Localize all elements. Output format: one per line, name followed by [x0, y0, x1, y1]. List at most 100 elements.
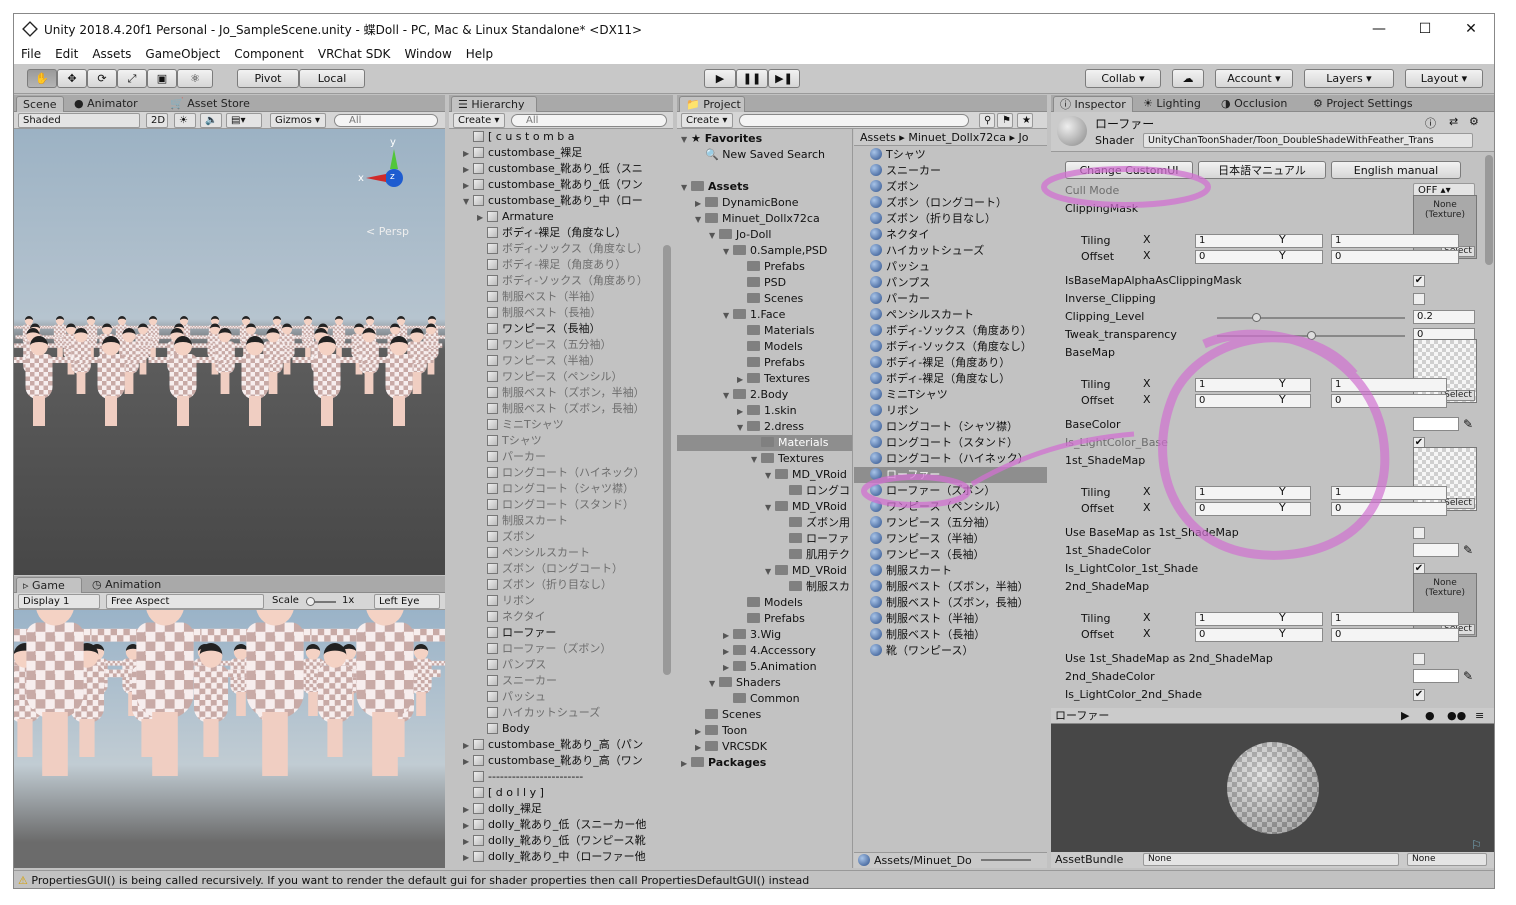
foldout-arrow-icon[interactable]: ▼ [765, 468, 775, 484]
offset-x-field[interactable]: 0 [1195, 250, 1323, 264]
saved-search-item[interactable]: 🔍 New Saved Search [705, 147, 825, 163]
move-tool-icon[interactable]: ✥ [57, 69, 87, 88]
material-asset-item[interactable]: ハイカットシューズ [854, 243, 1047, 259]
menu-assets[interactable]: Assets [85, 47, 138, 61]
tab-inspector[interactable]: ⓘ Inspector [1053, 96, 1133, 112]
foldout-arrow-icon[interactable]: ▶ [477, 210, 487, 226]
clipping-level-field[interactable]: 0.2 [1413, 310, 1475, 324]
project-folder-item[interactable]: ▶ 3.Wig [677, 627, 852, 643]
project-folder-item[interactable]: Prefabs [677, 259, 852, 275]
offset-x-field[interactable]: 0 [1195, 394, 1311, 408]
preview-light-icon[interactable]: ●● [1447, 708, 1466, 724]
preview-menu-icon[interactable]: ≡ [1475, 708, 1484, 724]
step-icon[interactable]: ▶❚ [768, 69, 800, 88]
layout-dropdown[interactable]: Layout ▾ [1405, 69, 1483, 88]
foldout-arrow-icon[interactable]: ▶ [463, 738, 473, 754]
transform-tool-icon[interactable]: ⚛ [177, 69, 213, 88]
tiling-y-field[interactable]: 1 [1331, 486, 1447, 500]
rect-tool-icon[interactable]: ▣ [147, 69, 177, 88]
tab-project-settings[interactable]: ⚙ Project Settings [1307, 96, 1419, 112]
offset-y-field[interactable]: 0 [1331, 502, 1447, 516]
material-asset-item[interactable]: パーカー [854, 291, 1047, 307]
material-asset-item[interactable]: ズボン [854, 179, 1047, 195]
hierarchy-item[interactable]: パッシュ [477, 689, 546, 705]
breadcrumb-minuet[interactable]: Minuet_Dollx72ca [908, 131, 1006, 144]
tag-icon[interactable]: ⚐ [1471, 838, 1482, 852]
doll-model[interactable] [14, 610, 129, 776]
foldout-arrow-icon[interactable]: ▼ [737, 420, 747, 436]
material-asset-item[interactable]: ワンピース（長袖） [854, 547, 1047, 563]
assetbundle-variant-dropdown[interactable]: None [1407, 853, 1487, 866]
foldout-arrow-icon[interactable]: ▼ [765, 564, 775, 580]
hierarchy-item[interactable]: ▶ custombase_靴あり_低（スニ [463, 161, 643, 177]
scene-gizmo[interactable]: y x z [358, 137, 424, 209]
english-manual-button[interactable]: English manual [1331, 161, 1461, 179]
foldout-arrow-icon[interactable]: ▶ [463, 850, 473, 866]
doll-model[interactable] [76, 336, 146, 426]
scale-slider-knob[interactable] [306, 597, 315, 606]
hierarchy-item[interactable]: パンプス [477, 657, 546, 673]
project-folder-item[interactable]: Models [677, 595, 852, 611]
material-asset-item[interactable]: ワンピース（五分袖） [854, 515, 1047, 531]
hierarchy-item[interactable]: ズボン（ロングコート） [477, 561, 623, 577]
offset-x-field[interactable]: 0 [1195, 502, 1311, 516]
material-asset-item[interactable]: 制服ベスト（ズボン，半袖） [854, 579, 1047, 595]
project-folder-item[interactable]: ロングコ [677, 483, 852, 499]
material-asset-item[interactable]: ズボン（ロングコート） [854, 195, 1047, 211]
project-folder-item[interactable]: Materials [677, 435, 852, 451]
toggle-2d-button[interactable]: 2D [146, 113, 168, 128]
foldout-arrow-icon[interactable]: ▼ [723, 308, 733, 324]
menu-gameobject[interactable]: GameObject [138, 47, 227, 61]
play-icon[interactable]: ▶ [704, 69, 736, 88]
layers-dropdown[interactable]: Layers ▾ [1304, 69, 1394, 88]
favorites-header[interactable]: ▼ ★ Favorites [681, 131, 762, 147]
hierarchy-item[interactable]: ▶ Armature [477, 209, 554, 225]
doll-model[interactable] [292, 336, 362, 426]
offset-y-field[interactable]: 0 [1331, 628, 1459, 642]
shadecolor2-swatch[interactable] [1413, 669, 1459, 683]
material-asset-item[interactable]: パッシュ [854, 259, 1047, 275]
scene-search-input[interactable]: All [334, 114, 438, 127]
foldout-arrow-icon[interactable]: ▶ [463, 178, 473, 194]
project-folder-item[interactable]: ▼ 2.dress [677, 419, 852, 436]
pause-icon[interactable]: ❚❚ [736, 69, 768, 88]
japanese-manual-button[interactable]: 日本語マニュアル [1198, 161, 1326, 179]
eye-dropdown[interactable]: Left Eye [374, 594, 440, 609]
foldout-arrow-icon[interactable]: ▶ [723, 660, 733, 676]
project-folder-item[interactable]: Prefabs [677, 355, 852, 371]
hierarchy-item[interactable]: 制服ベスト（長袖） [477, 305, 601, 321]
project-folder-item[interactable]: ▶ Textures [677, 371, 852, 387]
doll-model[interactable] [91, 610, 239, 776]
clipping-level-knob[interactable] [1252, 313, 1261, 322]
hierarchy-item[interactable]: ワンピース（五分袖） [477, 337, 611, 353]
material-asset-item[interactable]: パンプス [854, 275, 1047, 291]
material-asset-item[interactable]: ミニTシャツ [854, 387, 1047, 403]
cloud-icon[interactable]: ☁ [1172, 69, 1204, 88]
material-asset-item[interactable]: ワンピース（ペンシル） [854, 499, 1047, 515]
is-light-2nd-checkbox[interactable]: ✔ [1413, 689, 1425, 701]
project-folder-item[interactable]: ローファ [677, 531, 852, 547]
hierarchy-item[interactable]: スニーカー [477, 673, 557, 689]
menu-file[interactable]: File [14, 47, 48, 61]
foldout-arrow-icon[interactable]: ▼ [695, 212, 705, 228]
hierarchy-item[interactable]: ▶ custombase_靴あり_高（ワン [463, 753, 643, 769]
hierarchy-item[interactable]: ロングコート（スタンド） [477, 497, 634, 513]
breadcrumb-assets[interactable]: Assets [860, 131, 896, 144]
material-asset-item[interactable]: ローファー [854, 467, 1047, 483]
doll-model[interactable] [311, 610, 445, 776]
material-asset-item[interactable]: 制服ベスト（半袖） [854, 611, 1047, 627]
shader-dropdown[interactable]: UnityChanToonShader/Toon_DoubleShadeWith… [1143, 133, 1473, 148]
change-customui-button[interactable]: Change CustomUI [1065, 161, 1193, 179]
doll-model[interactable] [220, 336, 290, 426]
tiling-y-field[interactable]: 1 [1331, 612, 1459, 626]
hierarchy-item[interactable]: ローファー [477, 625, 556, 641]
tab-game[interactable]: ▹ Game [16, 577, 82, 593]
foldout-arrow-icon[interactable]: ▶ [463, 162, 473, 178]
tab-project[interactable]: 📁 Project [679, 96, 745, 112]
game-viewport[interactable] [14, 610, 445, 868]
offset-x-field[interactable]: 0 [1195, 628, 1323, 642]
project-folder-item[interactable]: ▼ 2.Body [677, 387, 852, 403]
local-toggle[interactable]: Local [299, 69, 365, 88]
hierarchy-item[interactable]: ボディ-裸足（角度あり） [477, 257, 626, 273]
hierarchy-item[interactable]: 制服ベスト（ズボン，半袖） [477, 385, 645, 401]
